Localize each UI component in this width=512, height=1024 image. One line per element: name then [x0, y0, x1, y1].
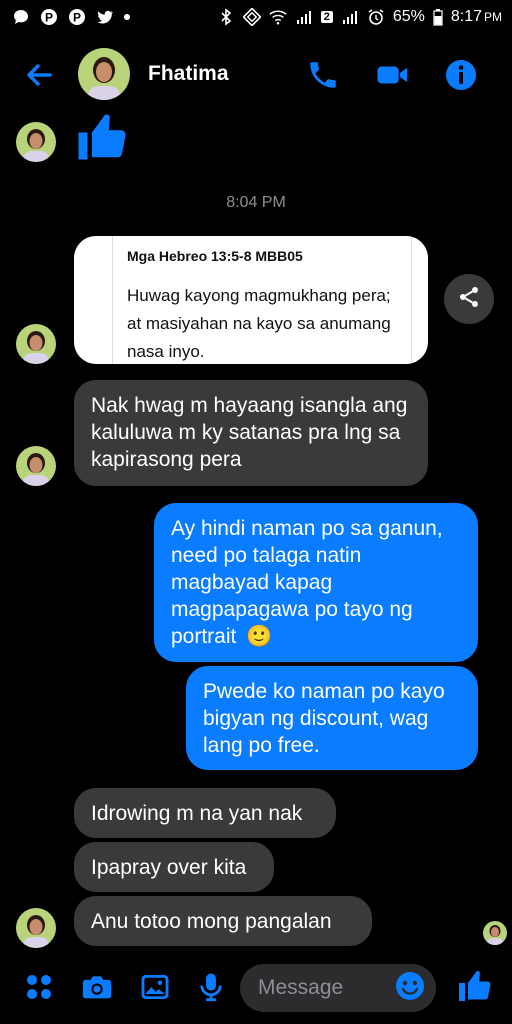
nfc-icon: [242, 8, 261, 26]
back-arrow-icon[interactable]: [22, 58, 56, 92]
message-text: Ay hindi naman po sa ganun, need po tala…: [171, 517, 443, 648]
emoji-icon[interactable]: [394, 970, 426, 1002]
incoming-message-bubble[interactable]: Idrowing m na yan nak: [74, 788, 336, 838]
outgoing-message-bubble[interactable]: Pwede ko naman po kayo bigyan ng discoun…: [186, 666, 478, 770]
alarm-icon: [367, 8, 385, 26]
seen-receipt-avatar: [483, 921, 507, 945]
sim-badge: 2: [320, 11, 333, 23]
thumbs-up-icon[interactable]: [74, 110, 128, 164]
battery-percent: 65%: [392, 8, 425, 25]
contact-avatar[interactable]: [78, 48, 130, 100]
verse-text: Huwag kayong magmukhang pera; at masiyah…: [127, 286, 391, 361]
svg-text:P: P: [45, 11, 53, 25]
apps-menu-icon[interactable]: [22, 970, 56, 1004]
chat-bubble-icon: [12, 8, 30, 26]
conversation-header: Fhatima: [0, 40, 512, 110]
message-composer: Message: [0, 960, 512, 1024]
pinterest-icon: P: [68, 8, 86, 26]
outgoing-message-bubble[interactable]: Ay hindi naman po sa ganun, need po tala…: [154, 503, 478, 662]
signal-icon: [295, 8, 313, 26]
message-timestamp: 8:04 PM: [226, 194, 286, 211]
svg-text:P: P: [73, 11, 81, 25]
camera-icon[interactable]: [80, 970, 114, 1004]
smiley-emoji: 🙂: [246, 625, 273, 648]
video-call-icon[interactable]: [374, 58, 408, 92]
wifi-icon: [269, 8, 287, 26]
microphone-icon[interactable]: [194, 970, 228, 1004]
signal-icon: [341, 8, 359, 26]
phone-icon[interactable]: [306, 58, 340, 92]
shared-image-message[interactable]: Mga Hebreo 13:5-8 MBB05 Huwag kayong mag…: [74, 236, 428, 364]
sender-avatar[interactable]: [16, 908, 56, 948]
notification-dot-icon: [124, 14, 130, 20]
pinterest-icon: P: [40, 8, 58, 26]
share-icon: [457, 285, 481, 314]
sender-avatar[interactable]: [16, 446, 56, 486]
info-icon[interactable]: [444, 58, 478, 92]
verse-reference: Mga Hebreo 13:5-8 MBB05: [127, 248, 303, 264]
thumbs-up-send-icon[interactable]: [456, 968, 491, 1002]
share-button[interactable]: [444, 274, 494, 324]
incoming-message-bubble[interactable]: Anu totoo mong pangalan: [74, 896, 372, 946]
sender-avatar[interactable]: [16, 324, 56, 364]
bluetooth-icon: [217, 8, 235, 26]
twitter-icon: [96, 8, 114, 26]
incoming-message-bubble[interactable]: Nak hwag m hayaang isangla ang kaluluwa …: [74, 380, 428, 486]
gallery-icon[interactable]: [138, 970, 172, 1004]
contact-name[interactable]: Fhatima: [148, 62, 229, 86]
status-bar: P P 2 65% 8:17 PM: [0, 0, 512, 36]
clock-time: 8:17 PM: [450, 8, 502, 25]
incoming-message-bubble[interactable]: Ipapray over kita: [74, 842, 274, 892]
sender-avatar[interactable]: [16, 122, 56, 162]
battery-icon: [433, 8, 443, 26]
